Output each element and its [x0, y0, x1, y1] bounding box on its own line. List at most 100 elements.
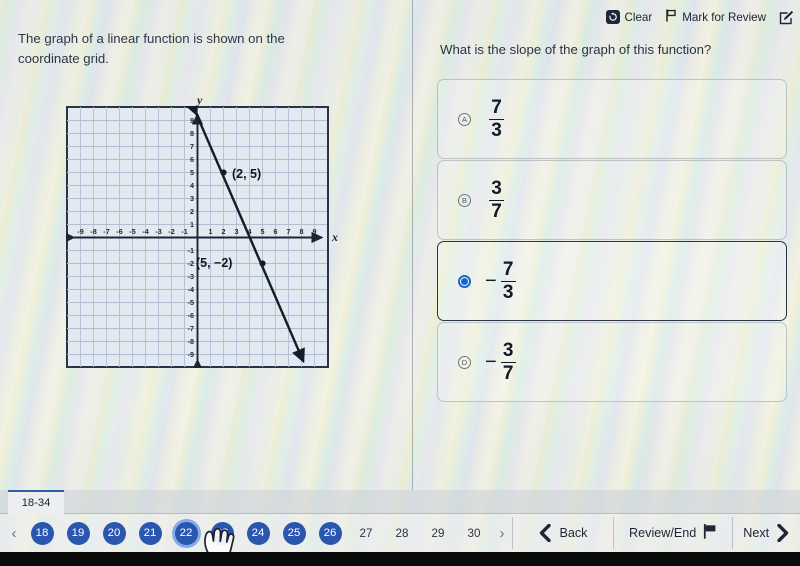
review-end-button[interactable]: Review/End	[614, 514, 732, 552]
tab-strip: 18-34	[0, 490, 800, 514]
page-pager: ‹ 18 19 20 21 22 23 24 25 26 27 28 29 30…	[0, 514, 512, 552]
page-21[interactable]: 21	[132, 521, 168, 545]
plotted-point-2	[259, 260, 266, 267]
answer-value-c: − 7 3	[485, 258, 516, 303]
sign-c: −	[485, 270, 497, 292]
point-label-1: (2, 5)	[232, 167, 262, 181]
bottom-navigation-area: 18-34 ‹ 18 19 20 21 22 23 24 25 26 27 28…	[0, 490, 800, 552]
radio-c[interactable]	[458, 274, 471, 288]
svg-text:-6: -6	[116, 227, 122, 236]
coordinate-grid-svg: -9 -8 -7 -6 -5 -4 -3 -2 -1 123 456 789 987 654…	[66, 106, 329, 368]
svg-text:-5: -5	[129, 227, 135, 236]
pencil-square-icon[interactable]	[779, 10, 794, 25]
svg-text:-1: -1	[188, 246, 194, 255]
flag-filled-icon	[703, 523, 717, 542]
svg-text:3: 3	[190, 194, 194, 203]
radio-b[interactable]: B	[458, 193, 471, 207]
page-28[interactable]: 28	[384, 527, 420, 540]
chevron-right-icon	[776, 524, 790, 542]
svg-text:1: 1	[190, 220, 194, 229]
answer-choice-c[interactable]: − 7 3	[437, 241, 787, 321]
clear-label: Clear	[624, 10, 653, 24]
tablet-screen: The graph of a linear function is shown …	[0, 0, 800, 552]
svg-text:-4: -4	[188, 285, 194, 294]
answer-value-b: 3 7	[485, 177, 504, 222]
radio-d[interactable]: D	[458, 355, 471, 369]
chevron-left-icon	[538, 524, 552, 542]
denominator-a: 3	[489, 118, 504, 141]
page-25[interactable]: 25	[276, 521, 312, 545]
numerator-c: 7	[502, 258, 514, 280]
svg-text:-9: -9	[188, 350, 194, 359]
numerator-b: 3	[491, 177, 502, 199]
page-24[interactable]: 24	[240, 521, 276, 545]
svg-text:5: 5	[190, 168, 194, 177]
svg-text:1: 1	[209, 227, 213, 236]
svg-text:8: 8	[300, 227, 304, 236]
next-label: Next	[743, 526, 770, 540]
svg-text:-4: -4	[142, 227, 148, 236]
page-26[interactable]: 26	[312, 521, 348, 545]
svg-text:2: 2	[222, 227, 226, 236]
page-27[interactable]: 27	[348, 527, 384, 540]
svg-text:8: 8	[190, 129, 194, 138]
page-19[interactable]: 19	[60, 521, 96, 545]
tab-18-34[interactable]: 18-34	[8, 490, 64, 514]
answer-choice-list: A 7 3 B 3 7 − 7 3 D − 3 7	[437, 79, 787, 403]
pager-prev-arrow[interactable]: ‹	[4, 525, 24, 542]
denominator-c: 3	[500, 280, 516, 303]
next-button[interactable]: Next	[733, 514, 800, 552]
page-30[interactable]: 30	[456, 527, 492, 540]
back-button[interactable]: Back	[513, 514, 613, 552]
pager-next-arrow[interactable]: ›	[492, 525, 512, 542]
svg-text:7: 7	[287, 227, 291, 236]
svg-text:-3: -3	[155, 227, 161, 236]
mark-for-review-button[interactable]: Mark for Review	[665, 9, 766, 25]
svg-text:-8: -8	[90, 227, 96, 236]
svg-text:-8: -8	[188, 337, 194, 346]
radio-a[interactable]: A	[458, 112, 471, 126]
page-23[interactable]: 23	[204, 521, 240, 545]
stimulus-panel: The graph of a linear function is shown …	[0, 0, 412, 490]
svg-text:-1: -1	[181, 227, 187, 236]
back-label: Back	[559, 526, 588, 540]
tab-label: 18-34	[21, 497, 51, 509]
svg-text:-2: -2	[188, 259, 194, 268]
page-20[interactable]: 20	[96, 521, 132, 545]
question-text: What is the slope of the graph of this f…	[440, 42, 712, 57]
svg-text:5: 5	[261, 227, 265, 236]
page-29[interactable]: 29	[420, 527, 456, 540]
flag-outline-icon	[665, 9, 677, 25]
svg-text:-6: -6	[188, 311, 194, 320]
point-label-2: (5, −2)	[196, 256, 233, 270]
answer-choice-b[interactable]: B 3 7	[437, 160, 787, 240]
svg-text:3: 3	[235, 227, 239, 236]
svg-text:6: 6	[274, 227, 278, 236]
answer-value-a: 7 3	[485, 96, 504, 141]
x-axis-label: x	[332, 230, 338, 244]
svg-text:6: 6	[190, 155, 194, 164]
question-toolbar: Clear Mark for Review	[605, 9, 794, 25]
denominator-d: 7	[500, 361, 516, 384]
page-18[interactable]: 18	[24, 521, 60, 545]
svg-text:4: 4	[190, 181, 194, 190]
plotted-point-1	[220, 169, 227, 176]
clear-button[interactable]: Clear	[605, 10, 653, 24]
mark-for-review-label: Mark for Review	[682, 10, 766, 24]
stimulus-text: The graph of a linear function is shown …	[18, 31, 285, 67]
svg-text:7: 7	[190, 142, 194, 151]
sign-d: −	[485, 351, 497, 373]
page-22-current[interactable]: 22	[168, 521, 204, 545]
answer-value-d: − 3 7	[485, 340, 516, 384]
answer-choice-d[interactable]: D − 3 7	[437, 322, 787, 402]
svg-text:9: 9	[190, 116, 194, 125]
navigation-bar: ‹ 18 19 20 21 22 23 24 25 26 27 28 29 30…	[0, 514, 800, 552]
device-bezel	[0, 552, 800, 566]
svg-text:-7: -7	[188, 324, 194, 333]
answer-choice-a[interactable]: A 7 3	[437, 79, 787, 159]
svg-text:-2: -2	[168, 227, 174, 236]
numerator-a: 7	[491, 96, 502, 118]
undo-circular-arrow-icon	[605, 10, 620, 24]
svg-text:-7: -7	[103, 227, 109, 236]
svg-text:-3: -3	[188, 272, 194, 281]
